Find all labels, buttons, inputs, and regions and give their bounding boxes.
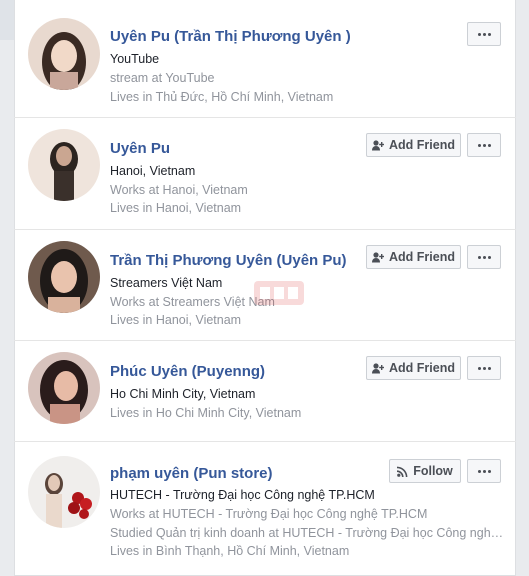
more-dots-icon [477, 143, 491, 147]
add-friend-label: Add Friend [389, 361, 455, 375]
profile-work: Works at Streamers Việt Nam [110, 295, 275, 309]
add-friend-icon [372, 362, 385, 374]
more-options-button[interactable] [467, 245, 501, 269]
follow-button[interactable]: Follow [389, 459, 461, 483]
profile-work: Works at HUTECH - Trường Đại học Công ng… [110, 507, 428, 521]
profile-location: Lives in Hanoi, Vietnam [110, 201, 242, 215]
avatar[interactable] [28, 18, 100, 90]
profile-location: Lives in Thủ Đức, Hồ Chí Minh, Vietnam [110, 90, 334, 104]
watermark-logo [252, 277, 306, 314]
more-dots-icon [477, 469, 491, 473]
result-row: Uyên Pu Hanoi, Vietnam Works at Hanoi, V… [14, 118, 516, 230]
add-friend-label: Add Friend [389, 138, 455, 152]
more-dots-icon [477, 32, 491, 36]
profile-location: Lives in Ho Chi Minh City, Vietnam [110, 406, 302, 420]
profile-subtitle: Hanoi, Vietnam [110, 164, 196, 178]
more-options-button[interactable] [467, 356, 501, 380]
profile-location: Lives in Bình Thạnh, Hồ Chí Minh, Vietna… [110, 544, 350, 558]
add-friend-icon [372, 251, 385, 263]
result-row: Phúc Uyên (Puyenng) Ho Chi Minh City, Vi… [14, 341, 516, 442]
result-row: phạm uyên (Pun store) HUTECH - Trường Đạ… [14, 442, 516, 576]
profile-subtitle: Ho Chi Minh City, Vietnam [110, 387, 256, 401]
follow-rss-icon [397, 466, 408, 477]
add-friend-icon [372, 139, 385, 151]
more-options-button[interactable] [467, 133, 501, 157]
profile-subtitle: HUTECH - Trường Đại học Công nghệ TP.HCM [110, 488, 375, 502]
profile-work: Works at Hanoi, Vietnam [110, 183, 248, 197]
add-friend-button[interactable]: Add Friend [366, 133, 461, 157]
profile-name-link[interactable]: Uyên Pu [110, 140, 170, 157]
profile-subtitle: YouTube [110, 52, 160, 66]
more-options-button[interactable] [467, 459, 501, 483]
profile-name-link[interactable]: Uyên Pu (Trần Thị Phương Uyên ) [110, 28, 351, 45]
profile-location: Lives in Hanoi, Vietnam [110, 313, 242, 327]
profile-name-link[interactable]: Trần Thị Phương Uyên (Uyên Pu) [110, 252, 347, 269]
more-options-button[interactable] [467, 22, 501, 46]
profile-subtitle: Streamers Việt Nam [110, 276, 223, 290]
avatar[interactable] [28, 352, 100, 424]
more-dots-icon [477, 255, 491, 259]
profile-name-link[interactable]: Phúc Uyên (Puyenng) [110, 363, 265, 380]
background-corner [0, 0, 14, 40]
profile-name-link[interactable]: phạm uyên (Pun store) [110, 465, 273, 482]
add-friend-label: Add Friend [389, 250, 455, 264]
more-dots-icon [477, 366, 491, 370]
follow-label: Follow [413, 464, 453, 478]
profile-education: Studied Quản trị kinh doanh at HUTECH - … [110, 526, 504, 540]
avatar[interactable] [28, 456, 100, 528]
avatar[interactable] [28, 241, 100, 313]
profile-work: stream at YouTube [110, 71, 215, 85]
add-friend-button[interactable]: Add Friend [366, 245, 461, 269]
result-row: Uyên Pu (Trần Thị Phương Uyên ) YouTube … [14, 0, 516, 118]
add-friend-button[interactable]: Add Friend [366, 356, 461, 380]
avatar[interactable] [28, 129, 100, 201]
